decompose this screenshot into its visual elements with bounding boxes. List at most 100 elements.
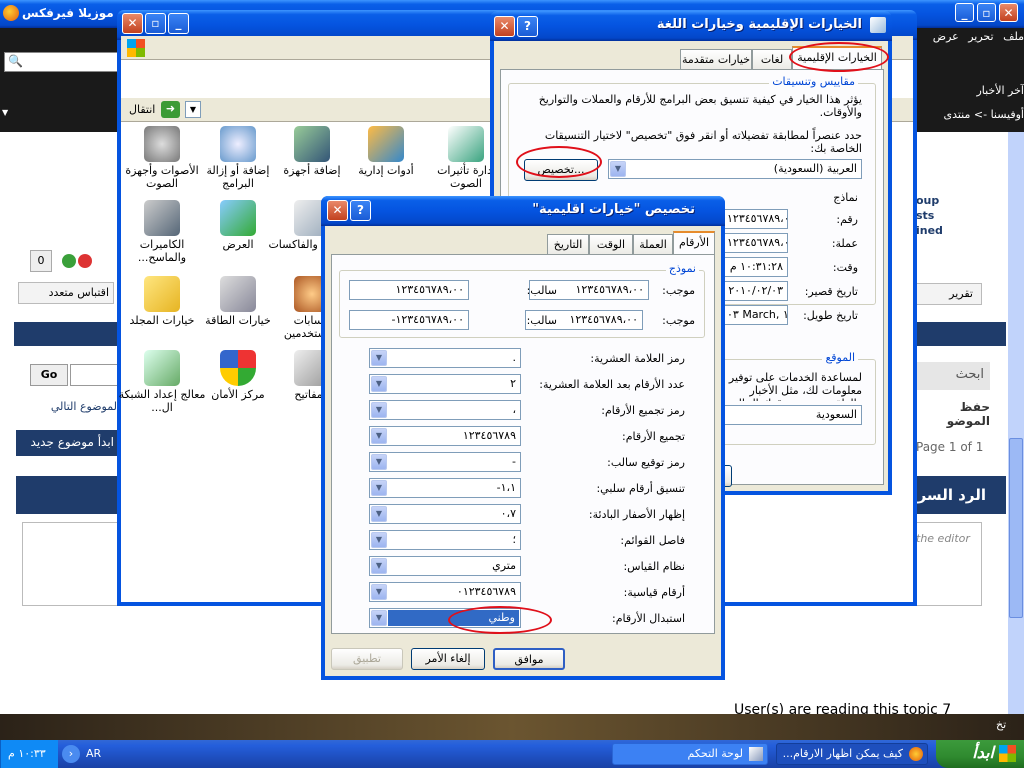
location-select[interactable]: السعودية	[722, 405, 862, 425]
cp-item-network-wizard[interactable]: معالج إعداد الشبكة ال...	[117, 350, 207, 420]
vertical-scrollbar[interactable]	[1008, 132, 1024, 714]
decimal-symbol-select[interactable]: ▼.	[369, 348, 521, 368]
tab-date[interactable]: التاريخ	[547, 234, 589, 254]
tab-menu-button[interactable]: ▼	[2, 108, 16, 124]
menu-file[interactable]: ملف	[1003, 30, 1024, 43]
regional-close-button[interactable]: ✕	[494, 16, 515, 37]
tray-tooltip: تخ	[996, 718, 1007, 731]
decimal-digits-select[interactable]: ▼ ٢	[369, 374, 521, 394]
locale-select[interactable]: ▼ العربية (السعودية)	[608, 159, 862, 179]
measurement-label: نظام القياس:	[623, 560, 685, 573]
forum-jump-select[interactable]	[70, 364, 120, 386]
quick-reply-title: الرد السر	[917, 486, 986, 504]
task-control-panel[interactable]: لوحة التحكم	[612, 743, 768, 765]
vote-down-icon[interactable]	[78, 254, 92, 268]
new-topic-button[interactable]: ابدأ موضوع جديد	[16, 430, 120, 456]
sample-group-title: نموذج	[665, 262, 699, 275]
cp-item-sounds[interactable]: الأصوات وأجهزة الصوت	[117, 126, 207, 196]
tab-languages[interactable]: لغات	[752, 49, 792, 69]
positive-label-2: موجب:	[662, 314, 695, 327]
bookmark-item-officena[interactable]: أوفيسنا -> منتدى	[912, 108, 1024, 121]
negative-format-select[interactable]: ▼ -١،١	[369, 478, 521, 498]
multiquote-button[interactable]: اقتباس متعدد	[18, 282, 114, 304]
chevron-down-icon: ▼	[371, 480, 387, 496]
report-button[interactable]: تقرير	[916, 283, 982, 305]
sounds-icon	[144, 126, 180, 162]
address-dropdown[interactable]: ▼	[185, 101, 201, 118]
chevron-down-icon: ▼	[371, 558, 387, 574]
customize-title: تخصيص "خيارات اقليمية"	[532, 202, 695, 217]
next-topic-link[interactable]: الموضوع التالي	[20, 400, 120, 413]
go-button[interactable]: Go	[30, 364, 68, 386]
bookmark-item-news[interactable]: آخر الأخبار	[925, 84, 1024, 97]
negative-format-label: تنسيق أرقام سلبي:	[596, 482, 685, 495]
sample-currency-label: عملة:	[831, 237, 858, 250]
scrollbar-thumb[interactable]	[1009, 438, 1023, 618]
leading-zeros-select[interactable]: ▼ ٠،٧	[369, 504, 521, 524]
apply-button[interactable]: تطبيق	[331, 648, 403, 670]
language-bar[interactable]: AR	[86, 747, 101, 760]
tab-currency[interactable]: العملة	[633, 234, 673, 254]
tab-numbers[interactable]: الأرقام	[673, 231, 715, 254]
chevron-down-icon: ▼	[371, 402, 387, 418]
task-firefox[interactable]: كيف يمكن اظهار الارقام...	[776, 743, 928, 765]
vote-up-icon[interactable]	[62, 254, 76, 268]
customize-help-button[interactable]: ?	[350, 200, 371, 221]
minimize-button[interactable]: _	[955, 3, 974, 22]
decimal-symbol-label: رمز العلامة العشرية:	[590, 352, 685, 365]
grouping-symbol-select[interactable]: ▼ ،	[369, 400, 521, 420]
digit-substitution-label: استبدال الأرقام:	[612, 612, 685, 625]
cp-close-button[interactable]: ✕	[122, 13, 143, 34]
search-side-box[interactable]: ابحث	[916, 362, 990, 390]
decimal-digits-label: عدد الأرقام بعد العلامة العشرية:	[539, 378, 685, 391]
close-button[interactable]: ✕	[999, 3, 1018, 22]
leading-zeros-label: إظهار الأصفار البادئة:	[588, 508, 685, 521]
location-group-title: الموقع	[822, 351, 858, 364]
cp-item-scanners[interactable]: الكاميرات والماسح...	[117, 200, 207, 270]
customize-close-button[interactable]: ✕	[327, 200, 348, 221]
negative-sign-select[interactable]: ▼ -	[369, 452, 521, 472]
post-count-box: 0	[30, 250, 52, 272]
cp-maximize-button[interactable]: ▫	[145, 13, 166, 34]
annotation-substitution	[448, 606, 552, 634]
location-description: لمساعدة الخدمات على توفير معلومات لك، مث…	[726, 371, 862, 401]
sample-short-date-label: تاريخ قصير:	[804, 285, 858, 298]
chevron-down-icon: ▼	[371, 376, 387, 392]
menu-bar: ملف تحرير عرض	[925, 30, 1024, 46]
measurement-select[interactable]: ▼ متري	[369, 556, 521, 576]
samples-label: نماذج	[833, 191, 858, 204]
menu-edit[interactable]: تحرير	[968, 30, 993, 43]
menu-view[interactable]: عرض	[933, 30, 959, 43]
customize-titlebar: تخصيص "خيارات اقليمية"	[321, 196, 725, 226]
scanners-icon	[144, 200, 180, 236]
regional-help-button[interactable]: ?	[517, 16, 538, 37]
go-label[interactable]: انتقال	[129, 103, 155, 116]
chevron-down-icon: ▼	[371, 350, 387, 366]
go-arrow-icon[interactable]: ➜	[161, 101, 180, 118]
list-separator-select[interactable]: ▼ ؛	[369, 530, 521, 550]
sample-long-date-value: ٠٣ March, ١٠	[722, 305, 788, 325]
cp-item-folder-options[interactable]: خيارات المجلد	[117, 276, 207, 346]
digit-grouping-label: تجميع الأرقام:	[622, 430, 685, 443]
search-box[interactable]: 🔍	[4, 52, 122, 72]
digit-grouping-select[interactable]: ▼ ١٢٣٤٥٦٧٨٩	[369, 426, 521, 446]
network-wizard-icon	[144, 350, 180, 386]
tab-time[interactable]: الوقت	[589, 234, 633, 254]
save-side-link[interactable]: حفظ الموضو	[916, 400, 990, 428]
native-digits-select[interactable]: ▼ ٠١٢٣٤٥٦٧٨٩	[369, 582, 521, 602]
negative-sample-1: ١٢٣٤٥٦٧٨٩،٠٠	[349, 280, 469, 300]
chevron-down-icon: ▼	[371, 454, 387, 470]
tab-advanced[interactable]: خيارات متقدمة	[680, 49, 752, 69]
cp-minimize-button[interactable]: _	[168, 13, 189, 34]
grouping-symbol-label: رمز تجميع الأرقام:	[601, 404, 685, 417]
firefox-title: موزيلا فيرفكس	[22, 6, 114, 20]
start-button[interactable]: ابدأ	[936, 740, 1024, 768]
chevron-down-icon: ▼	[371, 428, 387, 444]
cancel-button[interactable]: إلغاء الأمر	[411, 648, 485, 670]
sample-time-value: ١٠:٣١:٢٨ م	[722, 257, 788, 277]
admin-tools-icon	[368, 126, 404, 162]
maximize-button[interactable]: ▫	[977, 3, 996, 22]
list-separator-label: فاصل القوائم:	[620, 534, 685, 547]
tray-expand-icon[interactable]: ›	[62, 745, 80, 763]
ok-button[interactable]: موافق	[493, 648, 565, 670]
